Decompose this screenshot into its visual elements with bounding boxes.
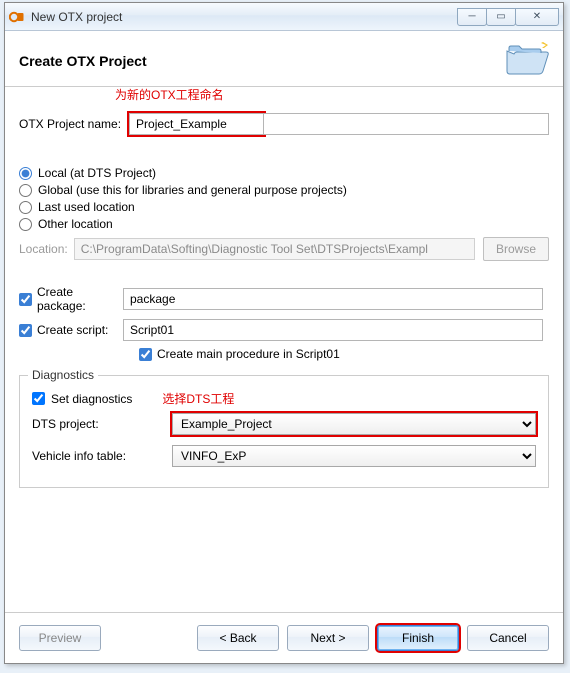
annotation-dts-hint: 选择DTS工程 <box>162 390 234 407</box>
preview-button[interactable]: Preview <box>19 625 101 651</box>
create-script-label: Create script: <box>37 323 108 337</box>
dialog-body: 为新的OTX工程命名 OTX Project name: Local (at D… <box>5 87 563 496</box>
folder-icon <box>505 41 549 80</box>
titlebar: New OTX project ─ ▭ ✕ <box>5 3 563 31</box>
dts-project-select[interactable]: Example_Project <box>172 413 536 435</box>
create-main-checkbox[interactable] <box>139 348 152 361</box>
maximize-button[interactable]: ▭ <box>486 8 516 26</box>
dts-project-label: DTS project: <box>32 417 172 431</box>
dialog-title: Create OTX Project <box>19 53 147 69</box>
next-button[interactable]: Next > <box>287 625 369 651</box>
radio-local[interactable] <box>19 167 32 180</box>
radio-other-label: Other location <box>38 217 113 231</box>
radio-global[interactable] <box>19 184 32 197</box>
set-diagnostics-checkbox[interactable] <box>32 392 45 405</box>
close-button[interactable]: ✕ <box>515 8 559 26</box>
minimize-button[interactable]: ─ <box>457 8 487 26</box>
back-button[interactable]: < Back <box>197 625 279 651</box>
create-package-checkbox[interactable] <box>19 293 32 306</box>
radio-local-label: Local (at DTS Project) <box>38 166 156 180</box>
annotation-name-hint: 为新的OTX工程命名 <box>115 86 224 103</box>
dialog-header: Create OTX Project <box>5 31 563 87</box>
radio-last-label: Last used location <box>38 200 135 214</box>
radio-last[interactable] <box>19 201 32 214</box>
dialog-window: New OTX project ─ ▭ ✕ Create OTX Project… <box>4 2 564 664</box>
diagnostics-group: Diagnostics Set diagnostics 选择DTS工程 DTS … <box>19 375 549 488</box>
package-name-input[interactable] <box>123 288 543 310</box>
script-name-input[interactable] <box>123 319 543 341</box>
vehicle-info-select[interactable]: VINFO_ExP <box>172 445 536 467</box>
create-script-checkbox[interactable] <box>19 324 32 337</box>
app-icon <box>9 9 25 25</box>
browse-button: Browse <box>483 237 549 261</box>
diagnostics-legend: Diagnostics <box>28 368 98 382</box>
create-main-label: Create main procedure in Script01 <box>157 347 340 361</box>
radio-other[interactable] <box>19 218 32 231</box>
project-name-input[interactable] <box>129 113 264 135</box>
cancel-button[interactable]: Cancel <box>467 625 549 651</box>
project-name-input-ext[interactable] <box>264 113 549 135</box>
location-input <box>74 238 475 260</box>
radio-global-label: Global (use this for libraries and gener… <box>38 183 347 197</box>
dialog-footer: Preview < Back Next > Finish Cancel <box>5 612 563 663</box>
location-label: Location: <box>19 242 68 256</box>
project-name-label: OTX Project name: <box>19 117 121 131</box>
finish-button[interactable]: Finish <box>377 625 459 651</box>
set-diagnostics-label: Set diagnostics <box>51 392 132 406</box>
vehicle-info-label: Vehicle info table: <box>32 449 172 463</box>
create-package-label: Create package: <box>37 285 123 313</box>
window-title: New OTX project <box>31 10 122 24</box>
